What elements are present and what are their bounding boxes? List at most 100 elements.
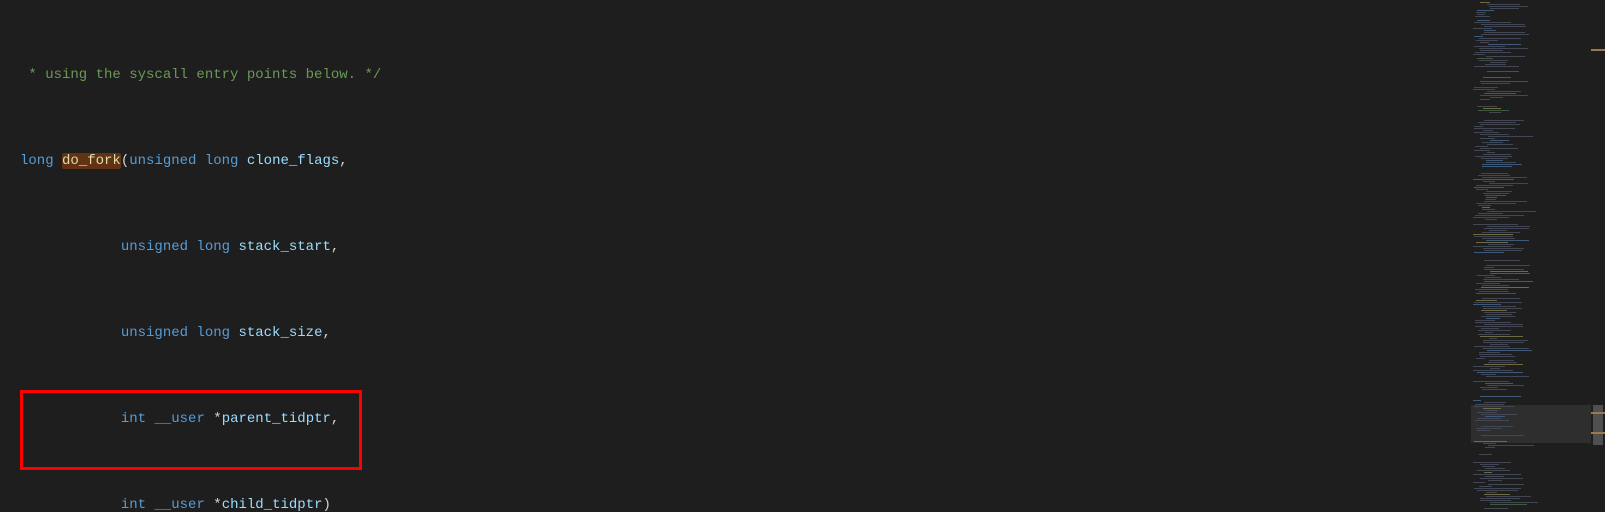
minimap-line [1477,430,1490,431]
minimap-line [1482,466,1495,467]
minimap-line [1490,344,1508,345]
minimap-line [1489,6,1528,7]
minimap-line [1477,418,1501,419]
minimap-line [1474,150,1490,151]
minimap-line [1488,484,1524,485]
minimap-line [1481,435,1524,436]
minimap-line [1484,30,1496,31]
minimap-line [1486,197,1497,198]
minimap-line [1482,306,1516,307]
minimap-line [1474,36,1483,37]
minimap-line [1477,372,1523,373]
minimap-line [1474,128,1515,129]
minimap-line [1490,8,1519,9]
minimap-line [1482,177,1527,178]
minimap-line [1480,50,1503,51]
minimap-line [1490,273,1530,274]
minimap-line [1482,238,1515,239]
vertical-scrollbar[interactable] [1591,0,1605,512]
minimap-line [1486,56,1525,57]
minimap-line [1474,488,1521,489]
minimap-line [1485,195,1506,196]
minimap-line [1481,83,1510,84]
minimap-line [1482,285,1509,286]
minimap-line [1486,240,1529,241]
minimap-line [1482,209,1495,210]
minimap-line [1487,71,1519,72]
minimap-line [1475,215,1524,216]
minimap-line [1476,40,1498,41]
minimap-line [1477,470,1510,471]
minimap-line [1481,310,1507,311]
minimap-line [1477,20,1490,21]
minimap-line [1482,207,1490,208]
minimap-line [1484,402,1506,403]
minimap-line [1474,252,1504,253]
minimap-line [1476,242,1508,243]
minimap-line [1482,298,1520,299]
minimap-line [1486,162,1516,163]
minimap-line [1478,205,1491,206]
minimap-line [1480,124,1520,125]
annotation-red-box [20,390,362,470]
minimap-line [1490,97,1503,98]
comment-text: * using the syscall entry points below. … [20,67,381,83]
minimap-line [1482,166,1512,167]
minimap-line [1490,368,1500,369]
minimap-line [1479,38,1521,39]
minimap-line [1473,224,1518,225]
minimap-line [1473,462,1511,463]
minimap-line [1486,376,1529,377]
minimap-line [1475,16,1490,17]
minimap-line [1485,410,1498,411]
minimap-line [1481,328,1499,329]
minimap-line [1480,138,1495,139]
minimap-line [1483,181,1495,182]
scrollbar-thumb[interactable] [1593,405,1603,445]
minimap-line [1483,340,1528,341]
minimap-line [1479,454,1492,455]
minimap-line [1483,193,1509,194]
minimap-line [1484,324,1523,325]
minimap-line [1486,265,1530,266]
code-line: * using the syscall entry points below. … [20,65,1471,87]
minimap-line [1485,416,1505,417]
minimap-line [1488,445,1534,446]
minimap-line [1481,414,1517,415]
code-editor[interactable]: * using the syscall entry points below. … [0,0,1471,512]
minimap-line [1477,412,1497,413]
minimap-line [1480,148,1518,149]
minimap-line [1479,352,1500,353]
minimap-line [1474,22,1511,23]
minimap[interactable] [1471,0,1591,512]
minimap-line [1484,32,1525,33]
minimap-line [1484,267,1494,268]
minimap-line [1484,93,1516,94]
minimap-line [1480,2,1490,3]
minimap-line [1479,48,1528,49]
minimap-line [1484,508,1508,509]
minimap-line [1480,478,1523,479]
minimap-line [1483,108,1501,109]
minimap-line [1473,217,1509,218]
minimap-line [1476,12,1486,13]
minimap-line [1475,156,1512,157]
minimap-line [1475,404,1504,405]
minimap-line [1486,496,1531,497]
minimap-line [1473,400,1481,401]
minimap-line [1487,211,1536,212]
minimap-line [1479,486,1492,487]
minimap-line [1484,364,1523,365]
minimap-line [1476,203,1516,204]
minimap-line [1486,492,1497,493]
minimap-line [1483,443,1496,444]
minimap-line [1480,498,1520,499]
minimap-line [1484,494,1510,495]
minimap-line [1481,34,1529,35]
minimap-line [1486,191,1512,192]
minimap-line [1482,232,1520,233]
minimap-line [1474,441,1507,442]
minimap-line [1478,330,1511,331]
minimap-line [1478,213,1503,214]
minimap-line [1480,336,1523,337]
